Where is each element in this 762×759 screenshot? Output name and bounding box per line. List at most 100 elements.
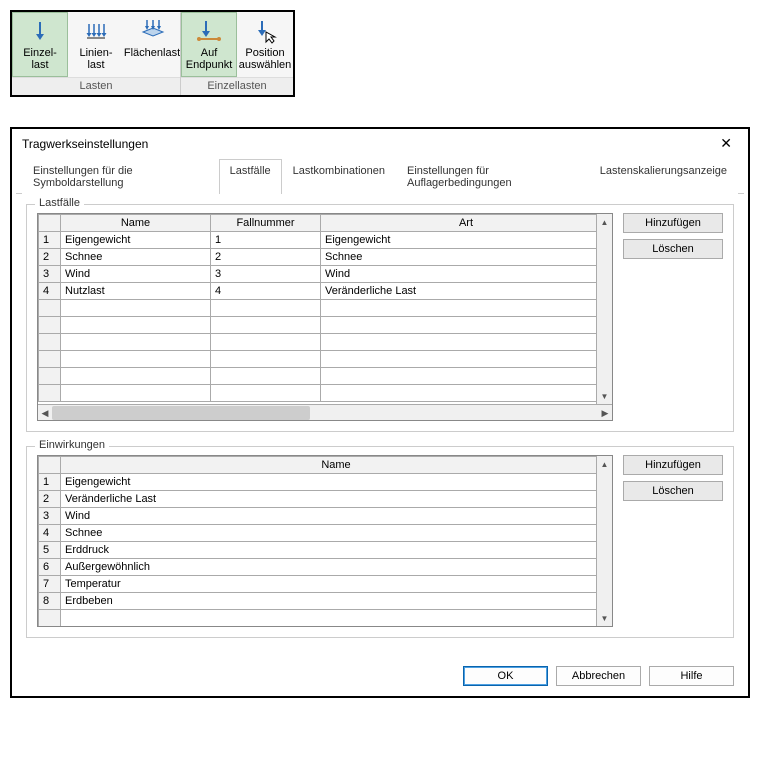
scroll-up-icon[interactable]: ▲ [597, 214, 612, 230]
dialog-titlebar: Tragwerkseinstellungen ✕ [12, 129, 748, 158]
groupbox-lastfaelle: Lastfälle Name Fallnummer Art 1Eigen [26, 204, 734, 432]
cell-name[interactable]: Eigengewicht [61, 232, 211, 249]
ribbon: Einzel-lastLinien-lastFlächenlast Lasten… [10, 10, 295, 97]
row-number: 2 [39, 491, 61, 508]
scroll-thumb[interactable] [52, 406, 310, 420]
ribbon-group-label-einzellasten: Einzellasten [181, 77, 293, 95]
ribbon-group-einzellasten: AufEndpunkt Positionauswählen Einzellaste… [181, 12, 293, 95]
cell-name[interactable]: Erddruck [61, 542, 612, 559]
cell-name[interactable]: Außergewöhnlich [61, 559, 612, 576]
row-number: 3 [39, 508, 61, 525]
table-scroll-einwirkungen[interactable]: Name 1Eigengewicht2Veränderliche Last3Wi… [38, 456, 612, 626]
cancel-button[interactable]: Abbrechen [556, 666, 641, 686]
cell-name[interactable]: Wind [61, 508, 612, 525]
cell-art[interactable]: Eigengewicht [321, 232, 612, 249]
col-header-name[interactable]: Name [61, 457, 612, 474]
scroll-down-icon[interactable]: ▼ [597, 388, 612, 404]
row-number: 6 [39, 559, 61, 576]
table-row[interactable]: 8Erdbeben [39, 593, 612, 610]
ok-button[interactable]: OK [463, 666, 548, 686]
cell-art[interactable]: Schnee [321, 249, 612, 266]
linienlast-icon [82, 17, 110, 45]
table-row[interactable]: 2Veränderliche Last [39, 491, 612, 508]
cell-name[interactable]: Nutzlast [61, 283, 211, 300]
table-row[interactable]: 3Wind [39, 508, 612, 525]
help-button[interactable]: Hilfe [649, 666, 734, 686]
ribbon-button-label: Linien-last [79, 47, 112, 71]
table-row-empty [39, 317, 612, 334]
ribbon-button-label: Positionauswählen [239, 47, 292, 71]
hscrollbar-lastfaelle[interactable]: ◀ ▶ [38, 404, 612, 420]
vscrollbar-lastfaelle[interactable]: ▲ ▼ [596, 214, 612, 404]
table-row-empty [39, 334, 612, 351]
cell-name[interactable]: Veränderliche Last [61, 491, 612, 508]
add-einwirkung-button[interactable]: Hinzufügen [623, 455, 723, 475]
table-row[interactable]: 4Nutzlast4Veränderliche Last [39, 283, 612, 300]
table-scroll-lastfaelle[interactable]: Name Fallnummer Art 1Eigengewicht1Eigeng… [38, 214, 612, 404]
tab-4[interactable]: Lastenskalierungsanzeige [589, 159, 738, 194]
table-row-empty [39, 351, 612, 368]
table-einwirkungen: Name 1Eigengewicht2Veränderliche Last3Wi… [38, 456, 612, 626]
table-row[interactable]: 1Eigengewicht [39, 474, 612, 491]
tab-1[interactable]: Lastfälle [219, 159, 282, 194]
ribbon-button-linienlast[interactable]: Linien-last [68, 12, 124, 77]
table-row-empty [39, 385, 612, 402]
cell-fallnummer[interactable]: 4 [211, 283, 321, 300]
sidebuttons-einwirkungen: Hinzufügen Löschen [623, 455, 723, 627]
table-row[interactable]: 5Erddruck [39, 542, 612, 559]
vscrollbar-einwirkungen[interactable]: ▲ ▼ [596, 456, 612, 626]
ribbon-button-endpunkt[interactable]: AufEndpunkt [181, 12, 237, 77]
cell-name[interactable]: Schnee [61, 525, 612, 542]
delete-einwirkung-button[interactable]: Löschen [623, 481, 723, 501]
col-header-fallnummer[interactable]: Fallnummer [211, 215, 321, 232]
cell-fallnummer[interactable]: 2 [211, 249, 321, 266]
table-lastfaelle: Name Fallnummer Art 1Eigengewicht1Eigeng… [38, 214, 612, 402]
tabstrip: Einstellungen für die SymboldarstellungL… [16, 158, 744, 194]
table-row[interactable]: 4Schnee [39, 525, 612, 542]
col-header-name[interactable]: Name [61, 215, 211, 232]
table-row-empty [39, 300, 612, 317]
tab-2[interactable]: Lastkombinationen [282, 159, 396, 194]
cell-fallnummer[interactable]: 3 [211, 266, 321, 283]
groupbox-title-lastfaelle: Lastfälle [35, 197, 84, 209]
einzellast-icon [26, 17, 54, 45]
ribbon-button-label: Flächenlast [124, 47, 180, 59]
cell-fallnummer[interactable]: 1 [211, 232, 321, 249]
scroll-left-icon[interactable]: ◀ [38, 405, 52, 421]
cell-name[interactable]: Eigengewicht [61, 474, 612, 491]
dialog-title: Tragwerkseinstellungen [22, 137, 148, 151]
delete-lastfall-button[interactable]: Löschen [623, 239, 723, 259]
ribbon-button-label: AufEndpunkt [186, 47, 232, 71]
row-number: 7 [39, 576, 61, 593]
row-number: 3 [39, 266, 61, 283]
table-row-empty [39, 368, 612, 385]
close-icon[interactable]: ✕ [714, 135, 738, 152]
ribbon-button-position[interactable]: Positionauswählen [237, 12, 293, 77]
cell-name[interactable]: Schnee [61, 249, 211, 266]
col-header-art[interactable]: Art [321, 215, 612, 232]
dialog-button-row: OK Abbrechen Hilfe [12, 660, 748, 696]
cell-art[interactable]: Wind [321, 266, 612, 283]
table-row[interactable]: 3Wind3Wind [39, 266, 612, 283]
cell-art[interactable]: Veränderliche Last [321, 283, 612, 300]
tab-0[interactable]: Einstellungen für die Symboldarstellung [22, 159, 219, 194]
cell-name[interactable]: Temperatur [61, 576, 612, 593]
cell-name[interactable]: Wind [61, 266, 211, 283]
table-row[interactable]: 2Schnee2Schnee [39, 249, 612, 266]
row-number: 4 [39, 283, 61, 300]
tab-3[interactable]: Einstellungen für Auflagerbedingungen [396, 159, 589, 194]
ribbon-button-einzellast[interactable]: Einzel-last [12, 12, 68, 77]
groupbox-title-einwirkungen: Einwirkungen [35, 439, 109, 451]
table-row[interactable]: 6Außergewöhnlich [39, 559, 612, 576]
scroll-up-icon[interactable]: ▲ [597, 456, 612, 472]
scroll-right-icon[interactable]: ▶ [598, 405, 612, 421]
add-lastfall-button[interactable]: Hinzufügen [623, 213, 723, 233]
table-row[interactable]: 1Eigengewicht1Eigengewicht [39, 232, 612, 249]
row-number: 1 [39, 232, 61, 249]
ribbon-button-flaechenlast[interactable]: Flächenlast [124, 12, 180, 77]
ribbon-group-lasten: Einzel-lastLinien-lastFlächenlast Lasten [12, 12, 180, 95]
cell-name[interactable]: Erdbeben [61, 593, 612, 610]
dialog-tragwerkseinstellungen: Tragwerkseinstellungen ✕ Einstellungen f… [10, 127, 750, 698]
table-row[interactable]: 7Temperatur [39, 576, 612, 593]
scroll-down-icon[interactable]: ▼ [597, 610, 612, 626]
